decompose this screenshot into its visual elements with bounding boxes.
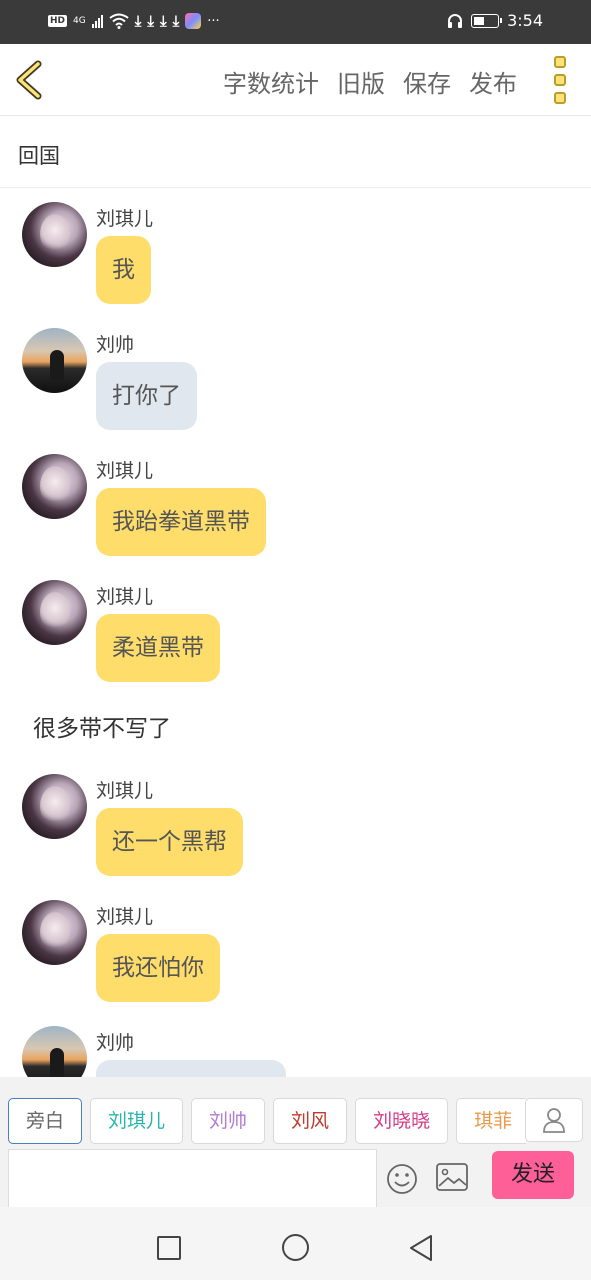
save-button[interactable]: 保存 [403,64,451,99]
headset-icon [448,13,463,28]
role-chip-qi-fei[interactable]: 琪菲 [456,1098,526,1144]
system-nav-bar [0,1207,591,1280]
network-type: 4G [73,16,86,26]
story-title-row[interactable]: 回国 [0,116,591,188]
person-icon [543,1108,565,1133]
home-icon[interactable] [282,1234,309,1261]
hd-icon: HD [48,15,68,27]
speaker-name: 刘琪儿 [96,906,154,928]
narration-text[interactable]: 很多带不写了 [33,709,171,743]
old-version-button[interactable]: 旧版 [337,64,385,99]
avatar [22,202,87,267]
wifi-icon [109,13,129,29]
role-chip-liu-qier[interactable]: 刘琪儿 [90,1098,184,1144]
avatar [22,328,87,393]
speaker-name: 刘帅 [96,1032,135,1054]
top-toolbar: 字数统计 旧版 保存 发布 [0,44,591,116]
back-arrow-icon[interactable] [10,58,54,102]
role-chip-liu-shuai[interactable]: 刘帅 [191,1098,266,1144]
status-bar: HD 4G ⤓ ⤓ ⤓ ⤓ ··· 3:54 [0,0,591,44]
more-menu-icon[interactable] [549,56,571,104]
send-button[interactable]: 发送 [492,1151,574,1199]
message-bubble[interactable]: 我跆拳道黑带 [96,488,266,556]
message-bubble[interactable] [96,1060,286,1077]
message-bubble[interactable]: 我还怕你 [96,934,220,1002]
avatar [22,900,87,965]
message-input[interactable] [8,1149,377,1207]
download-icon: ⤓ [160,12,167,30]
message-bubble[interactable]: 我 [96,236,151,304]
message-bubble[interactable]: 打你了 [96,362,197,430]
speaker-name: 刘帅 [96,334,135,356]
role-chip-liu-feng[interactable]: 刘风 [273,1098,348,1144]
role-manage-button[interactable] [525,1098,583,1142]
signal-icon [91,14,103,28]
avatar [22,1026,87,1077]
clock: 3:54 [507,11,543,30]
emoji-icon[interactable] [386,1163,418,1195]
chat-list[interactable]: 刘琪儿 我 刘帅 打你了 刘琪儿 我跆拳道黑带 刘琪儿 柔道黑带 很多带不写了 … [0,189,591,1077]
speaker-name: 刘琪儿 [96,208,154,230]
message-bubble[interactable]: 柔道黑带 [96,614,220,682]
role-chip-list[interactable]: 旁白 刘琪儿 刘帅 刘风 刘晓晓 琪菲 [8,1098,526,1144]
avatar [22,774,87,839]
role-chip-narrator[interactable]: 旁白 [8,1098,83,1144]
more-notifications-icon: ··· [207,13,220,29]
app-notification-icon [185,13,202,29]
download-icon: ⤓ [147,12,154,30]
battery-icon [471,13,503,28]
input-bar: 发送 [0,1147,591,1207]
avatar [22,454,87,519]
story-title: 回国 [18,144,60,168]
role-chip-liu-xiaoxiao[interactable]: 刘晓晓 [355,1098,449,1144]
avatar [22,580,87,645]
publish-button[interactable]: 发布 [469,64,517,99]
speaker-name: 刘琪儿 [96,586,154,608]
download-icon: ⤓ [172,12,180,30]
nav-back-icon[interactable] [408,1234,434,1262]
toolbar-actions: 字数统计 旧版 保存 发布 [223,64,517,99]
speaker-name: 刘琪儿 [96,460,154,482]
role-selector-bar: 旁白 刘琪儿 刘帅 刘风 刘晓晓 琪菲 [0,1077,591,1147]
image-icon[interactable] [436,1163,468,1191]
speaker-name: 刘琪儿 [96,780,154,802]
status-bar-right: 3:54 [447,11,543,30]
download-icon: ⤓ [134,12,142,30]
status-bar-left: HD 4G ⤓ ⤓ ⤓ ⤓ ··· [48,12,220,30]
recent-apps-icon[interactable] [157,1236,181,1260]
message-bubble[interactable]: 还一个黑帮 [96,808,243,876]
word-count-button[interactable]: 字数统计 [223,64,319,99]
